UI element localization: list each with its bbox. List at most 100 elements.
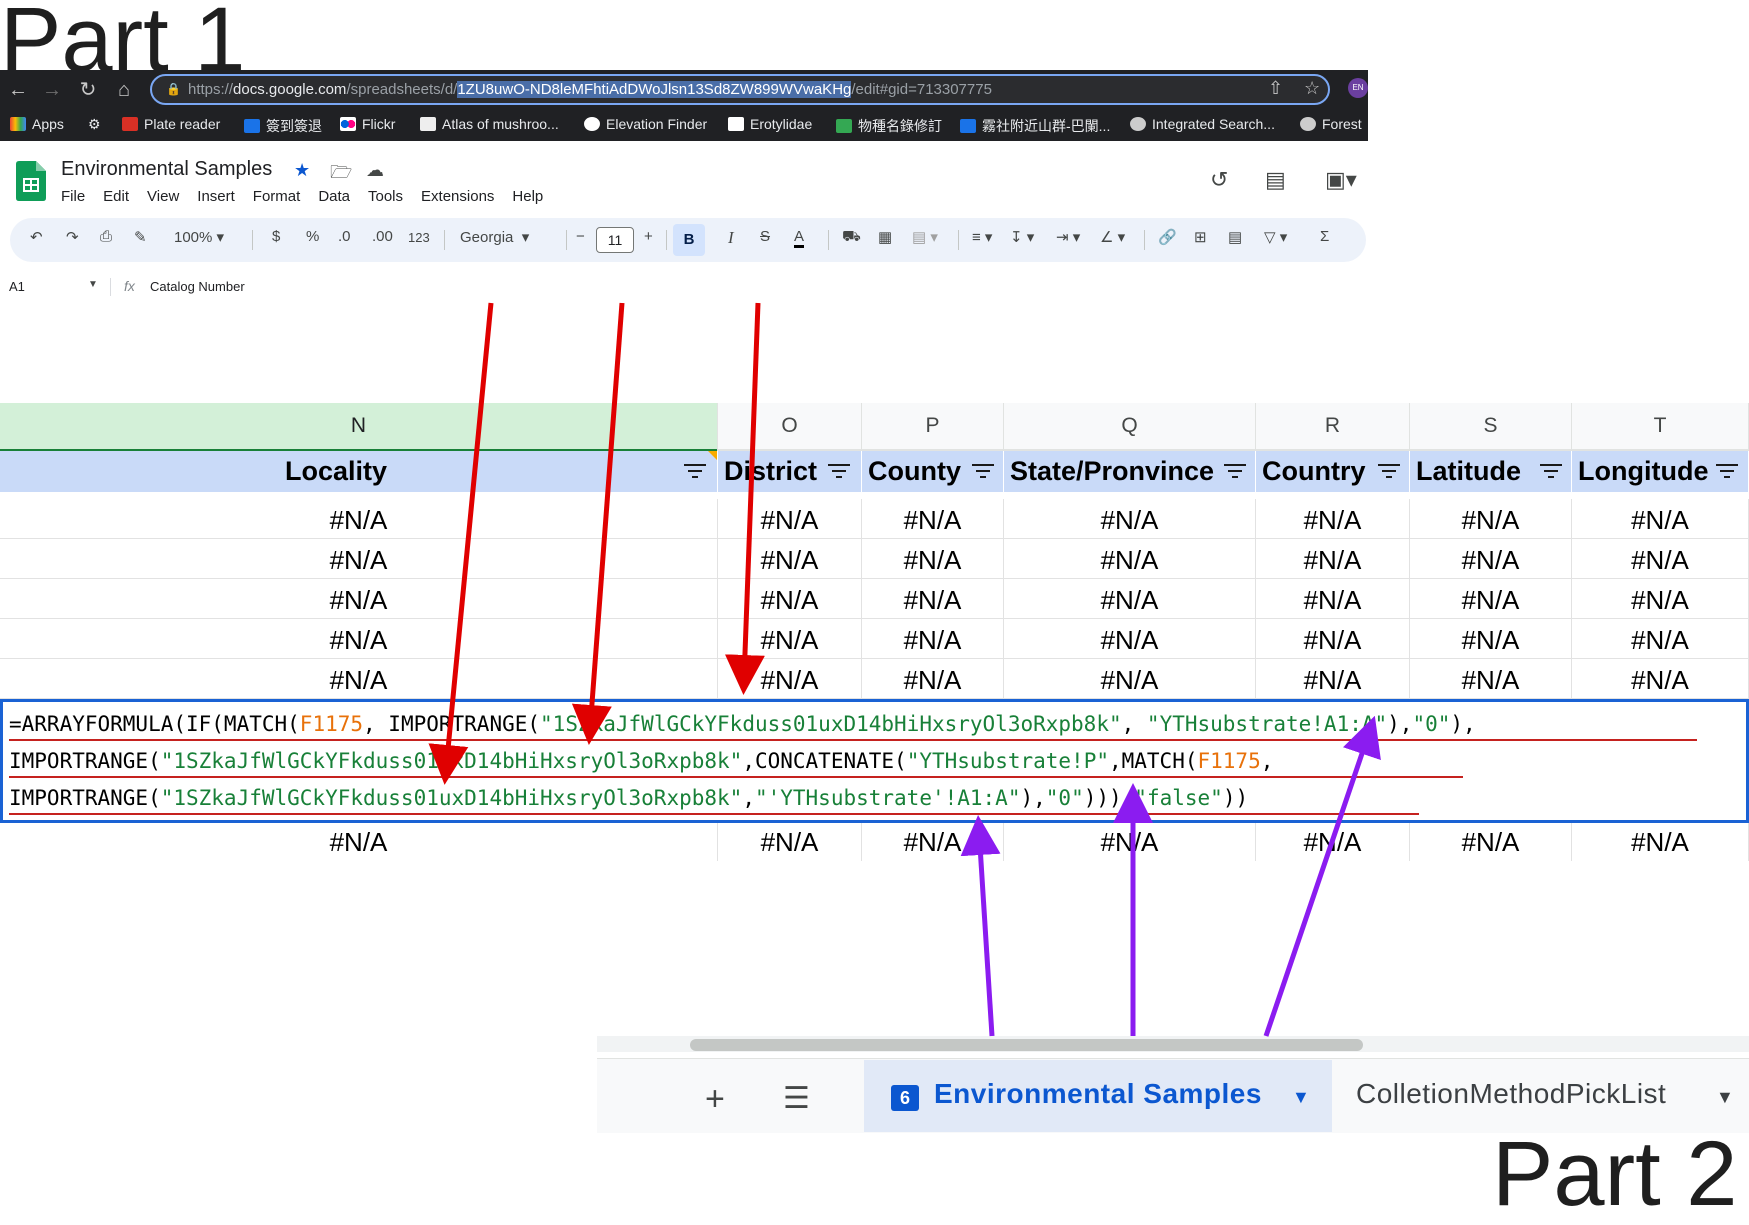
header-cell-county[interactable]: County bbox=[862, 451, 1004, 492]
reload-icon[interactable]: ↻ bbox=[74, 76, 102, 104]
cell[interactable]: #N/A bbox=[1256, 579, 1410, 619]
cell[interactable]: #N/A bbox=[1410, 499, 1572, 539]
bookmark-forest[interactable]: Forest bbox=[1300, 116, 1362, 132]
column-header-t[interactable]: T bbox=[1572, 403, 1749, 449]
cell[interactable]: #N/A bbox=[1572, 821, 1749, 861]
column-header-q[interactable]: Q bbox=[1004, 403, 1256, 449]
cell[interactable]: #N/A bbox=[0, 619, 718, 659]
comments-icon[interactable]: ▤ bbox=[1265, 167, 1286, 193]
cell[interactable]: #N/A bbox=[0, 499, 718, 539]
header-cell-district[interactable]: District bbox=[718, 451, 862, 492]
sheet-tab-collection-method[interactable]: ColletionMethodPickList bbox=[1356, 1078, 1666, 1110]
column-header-p[interactable]: P bbox=[862, 403, 1004, 449]
bookmark-mountains[interactable]: 霧社附近山群-巴闌... bbox=[960, 116, 1110, 136]
cell[interactable]: #N/A bbox=[718, 659, 862, 699]
cell[interactable]: #N/A bbox=[1410, 821, 1572, 861]
share-icon[interactable]: ⇧ bbox=[1268, 78, 1283, 99]
cell[interactable]: #N/A bbox=[0, 659, 718, 699]
formula-bar-input[interactable]: Catalog Number bbox=[150, 279, 245, 294]
cell[interactable]: #N/A bbox=[1004, 659, 1256, 699]
menu-view[interactable]: View bbox=[147, 188, 179, 205]
fill-color-icon[interactable]: ⛟ bbox=[842, 228, 861, 247]
bookmark-erotylidae[interactable]: Erotylidae bbox=[728, 116, 812, 132]
cloud-status-icon[interactable]: ☁ bbox=[366, 160, 384, 181]
cell[interactable]: #N/A bbox=[0, 539, 718, 579]
cell[interactable]: #N/A bbox=[1410, 539, 1572, 579]
italic-button[interactable]: I bbox=[728, 228, 734, 248]
header-cell-state[interactable]: State/Pronvince bbox=[1004, 451, 1256, 492]
font-select[interactable]: Georgia ▾ bbox=[460, 228, 529, 246]
forward-icon[interactable]: → bbox=[38, 76, 66, 104]
functions-sigma-icon[interactable]: Σ bbox=[1320, 228, 1329, 245]
cell[interactable]: #N/A bbox=[1410, 619, 1572, 659]
cell-formula-editor[interactable]: =ARRAYFORMULA(IF(MATCH(F1175, IMPORTRANG… bbox=[0, 699, 1749, 823]
decrease-decimal-button[interactable]: .0 bbox=[338, 228, 351, 245]
cell[interactable]: #N/A bbox=[1256, 821, 1410, 861]
filter-icon[interactable] bbox=[1716, 463, 1738, 479]
bookmark-atlas[interactable]: Atlas of mushroo... bbox=[420, 116, 559, 132]
cell[interactable]: #N/A bbox=[862, 619, 1004, 659]
bookmark-elevation[interactable]: Elevation Finder bbox=[584, 116, 707, 132]
format-currency-button[interactable]: $ bbox=[272, 228, 280, 245]
menu-tools[interactable]: Tools bbox=[368, 188, 403, 205]
filter-icon[interactable] bbox=[828, 463, 850, 479]
cell[interactable]: #N/A bbox=[718, 821, 862, 861]
star-bookmark-icon[interactable]: ☆ bbox=[1304, 78, 1320, 99]
address-bar[interactable]: 🔒 https://docs.google.com/spreadsheets/d… bbox=[150, 74, 1330, 105]
cell[interactable]: #N/A bbox=[0, 821, 718, 861]
name-box[interactable]: A1 bbox=[9, 279, 25, 294]
font-size-decrease-icon[interactable]: − bbox=[576, 228, 585, 245]
filter-icon[interactable] bbox=[1224, 463, 1246, 479]
chevron-down-icon[interactable]: ▼ bbox=[1716, 1087, 1734, 1108]
cell[interactable]: #N/A bbox=[718, 539, 862, 579]
cell[interactable]: #N/A bbox=[1256, 499, 1410, 539]
merge-cells-icon[interactable]: ▤ ▾ bbox=[912, 228, 938, 246]
header-cell-locality[interactable]: Locality bbox=[0, 451, 718, 492]
filter-icon[interactable] bbox=[1378, 463, 1400, 479]
cell[interactable]: #N/A bbox=[718, 619, 862, 659]
menu-data[interactable]: Data bbox=[318, 188, 350, 205]
cell[interactable]: #N/A bbox=[1004, 821, 1256, 861]
column-header-n[interactable]: N bbox=[0, 403, 718, 451]
increase-decimal-button[interactable]: .00 bbox=[372, 228, 393, 245]
cell[interactable]: #N/A bbox=[862, 539, 1004, 579]
cell[interactable]: #N/A bbox=[1004, 539, 1256, 579]
align-horizontal-icon[interactable]: ≡ ▾ bbox=[972, 228, 992, 246]
bookmark-integrated-search[interactable]: Integrated Search... bbox=[1130, 116, 1275, 132]
font-size-input[interactable]: 11 bbox=[596, 227, 634, 253]
format-percent-button[interactable]: % bbox=[306, 228, 319, 245]
bookmark-apps[interactable]: Apps bbox=[10, 116, 64, 132]
move-folder-icon[interactable]: 🗁 bbox=[330, 160, 352, 190]
settings-gear-icon[interactable]: ⚙ bbox=[88, 116, 101, 133]
cell[interactable]: #N/A bbox=[1572, 659, 1749, 699]
cell[interactable]: #N/A bbox=[862, 659, 1004, 699]
scrollbar-thumb[interactable] bbox=[690, 1039, 1363, 1051]
cell[interactable]: #N/A bbox=[1410, 659, 1572, 699]
text-rotation-icon[interactable]: ∠ ▾ bbox=[1100, 228, 1125, 246]
document-title[interactable]: Environmental Samples bbox=[61, 158, 272, 181]
star-icon[interactable]: ★ bbox=[294, 160, 310, 181]
text-wrapping-icon[interactable]: ⇥ ▾ bbox=[1056, 228, 1080, 246]
align-vertical-icon[interactable]: ↧ ▾ bbox=[1010, 228, 1034, 246]
menu-insert[interactable]: Insert bbox=[197, 188, 235, 205]
undo-icon[interactable]: ↶ bbox=[30, 228, 43, 246]
name-box-dropdown-icon[interactable]: ▼ bbox=[88, 279, 98, 290]
home-icon[interactable]: ⌂ bbox=[110, 76, 138, 104]
strikethrough-icon[interactable]: S bbox=[760, 228, 770, 245]
cell[interactable]: #N/A bbox=[862, 821, 1004, 861]
paint-format-icon[interactable]: ✎ bbox=[134, 228, 147, 246]
text-color-button[interactable]: A bbox=[794, 228, 805, 248]
more-formats-button[interactable]: 123 bbox=[408, 230, 430, 245]
cell[interactable]: #N/A bbox=[1572, 579, 1749, 619]
meet-camera-icon[interactable]: ▣▾ bbox=[1325, 167, 1357, 193]
menu-file[interactable]: File bbox=[61, 188, 85, 205]
column-header-s[interactable]: S bbox=[1410, 403, 1572, 449]
cell[interactable]: #N/A bbox=[718, 579, 862, 619]
cell[interactable]: #N/A bbox=[1256, 659, 1410, 699]
borders-icon[interactable]: ▦ bbox=[878, 228, 892, 246]
cell[interactable]: #N/A bbox=[718, 499, 862, 539]
back-icon[interactable]: ← bbox=[4, 76, 32, 104]
filter-icon[interactable] bbox=[1540, 463, 1562, 479]
version-history-icon[interactable]: ↺ bbox=[1210, 167, 1228, 193]
menu-format[interactable]: Format bbox=[253, 188, 301, 205]
